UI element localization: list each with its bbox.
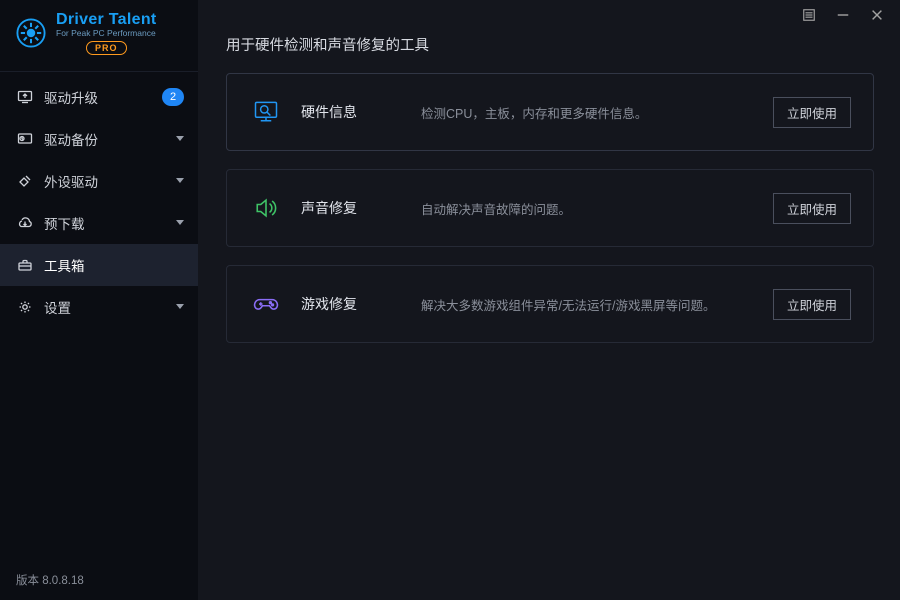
page-title: 用于硬件检测和声音修复的工具 (226, 34, 874, 55)
app-subtitle: For Peak PC Performance (56, 29, 157, 38)
divider (0, 71, 198, 72)
tool-card-game-repair: 游戏修复 解决大多数游戏组件异常/无法运行/游戏黑屏等问题。 立即使用 (226, 265, 874, 343)
gear-logo-icon (14, 16, 48, 50)
tool-card-sound-repair: 声音修复 自动解决声音故障的问题。 立即使用 (226, 169, 874, 247)
pro-badge: PRO (86, 41, 127, 55)
gamepad-icon (249, 287, 283, 321)
tool-card-hardware-info: 硬件信息 检测CPU，主板，内存和更多硬件信息。 立即使用 (226, 73, 874, 151)
sidebar-nav: 驱动升级 2 驱动备份 (0, 76, 198, 328)
chevron-down-icon (176, 220, 184, 225)
tool-card-desc: 自动解决声音故障的问题。 (421, 199, 773, 218)
minimize-button[interactable] (832, 4, 854, 26)
peripheral-icon (16, 172, 34, 190)
chevron-down-icon (176, 136, 184, 141)
menu-button[interactable] (798, 4, 820, 26)
tool-card-title: 声音修复 (301, 198, 421, 218)
hardware-monitor-icon (249, 95, 283, 129)
gear-icon (16, 298, 34, 316)
sidebar-item-toolbox[interactable]: 工具箱 (0, 244, 198, 286)
sidebar-item-pre-download[interactable]: 预下载 (0, 202, 198, 244)
badge-count: 2 (162, 88, 184, 106)
chevron-down-icon (176, 304, 184, 309)
download-icon (16, 214, 34, 232)
main-content: 用于硬件检测和声音修复的工具 硬件信息 检测CPU，主板，内存和更多硬件信息。 … (198, 0, 900, 600)
sidebar-item-label: 设置 (44, 297, 71, 317)
toolbox-icon (16, 256, 34, 274)
sidebar-item-label: 驱动升级 (44, 87, 98, 107)
use-now-button[interactable]: 立即使用 (773, 97, 851, 128)
upgrade-icon (16, 88, 34, 106)
sidebar-item-label: 预下载 (44, 213, 85, 233)
chevron-down-icon (176, 178, 184, 183)
tool-card-desc: 检测CPU，主板，内存和更多硬件信息。 (421, 103, 773, 122)
tool-card-title: 硬件信息 (301, 102, 421, 122)
sidebar-item-label: 驱动备份 (44, 129, 98, 149)
version-label: 版本 8.0.8.18 (0, 562, 198, 600)
sidebar-item-label: 外设驱动 (44, 171, 98, 191)
backup-icon (16, 130, 34, 148)
tool-card-title: 游戏修复 (301, 294, 421, 314)
speaker-icon (249, 191, 283, 225)
use-now-button[interactable]: 立即使用 (773, 289, 851, 320)
app-title: Driver Talent (56, 12, 157, 29)
app-logo: Driver Talent For Peak PC Performance PR… (0, 6, 198, 65)
sidebar-item-settings[interactable]: 设置 (0, 286, 198, 328)
sidebar: Driver Talent For Peak PC Performance PR… (0, 0, 198, 600)
sidebar-item-driver-upgrade[interactable]: 驱动升级 2 (0, 76, 198, 118)
tool-card-desc: 解决大多数游戏组件异常/无法运行/游戏黑屏等问题。 (421, 295, 773, 314)
sidebar-item-driver-backup[interactable]: 驱动备份 (0, 118, 198, 160)
close-button[interactable] (866, 4, 888, 26)
sidebar-item-label: 工具箱 (44, 255, 85, 275)
sidebar-item-peripheral-drivers[interactable]: 外设驱动 (0, 160, 198, 202)
use-now-button[interactable]: 立即使用 (773, 193, 851, 224)
